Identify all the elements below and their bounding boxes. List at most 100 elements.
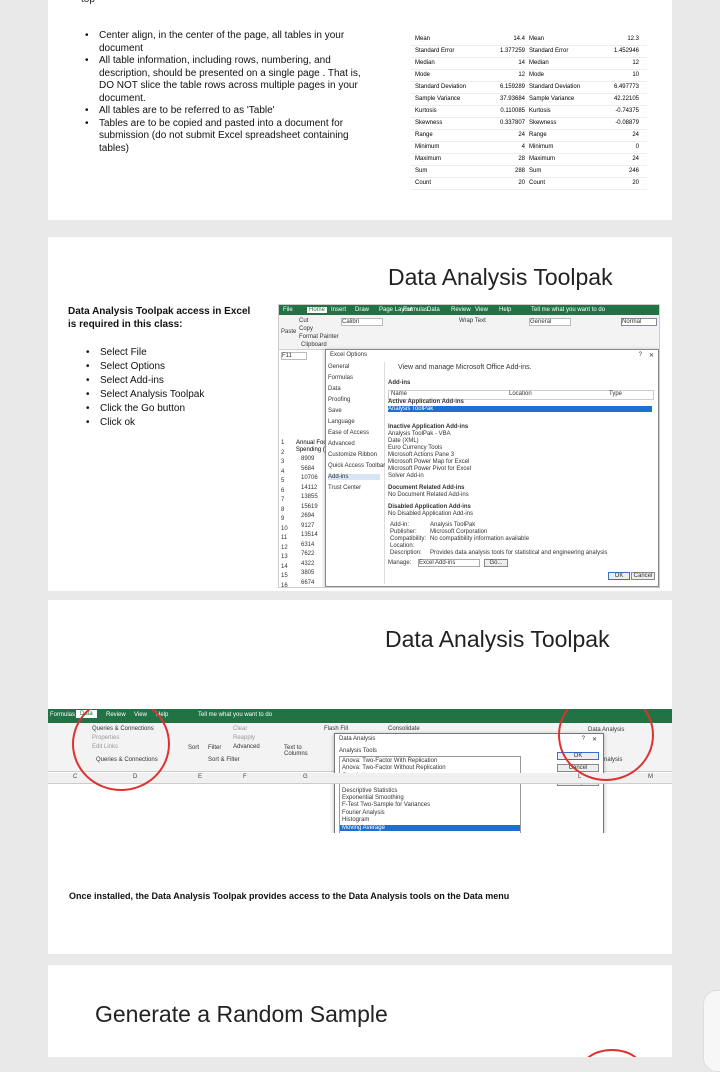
- scroll-indicator[interactable]: [703, 990, 720, 1072]
- cell-value[interactable]: 13514: [301, 532, 318, 538]
- row-number[interactable]: 2: [281, 450, 284, 456]
- tell-me-box[interactable]: Tell me what you want to do: [531, 307, 605, 313]
- number-format-select[interactable]: General: [529, 318, 571, 326]
- options-nav-item[interactable]: Formulas: [328, 375, 380, 381]
- cell-value[interactable]: 6674: [301, 580, 314, 586]
- row-number[interactable]: 13: [281, 554, 288, 560]
- ok-button[interactable]: OK: [608, 572, 630, 580]
- col-location[interactable]: Location: [509, 391, 532, 397]
- cell-value[interactable]: 2694: [301, 513, 314, 519]
- row-number[interactable]: 8: [281, 507, 284, 513]
- column-header[interactable]: G: [303, 774, 308, 780]
- analysis-tool-item[interactable]: Anova: Two-Factor Without Replication: [340, 765, 520, 771]
- cell-value[interactable]: 9127: [301, 523, 314, 529]
- analysis-tool-item[interactable]: Histogram: [340, 817, 520, 823]
- options-nav-item[interactable]: Add-ins: [328, 474, 380, 480]
- reapply-button[interactable]: Reapply: [233, 735, 255, 741]
- excel-tab[interactable]: Help: [499, 307, 511, 313]
- analysis-tool-item[interactable]: Anova: Two-Factor With Replication: [340, 758, 520, 764]
- excel-tab[interactable]: Review: [451, 307, 471, 313]
- column-header[interactable]: L: [578, 774, 581, 780]
- inactive-addin-row[interactable]: Microsoft Power Pivot for Excel: [388, 466, 471, 472]
- paste-button[interactable]: Paste: [281, 329, 296, 335]
- wrap-text-button[interactable]: Wrap Text: [459, 318, 486, 324]
- cell-value[interactable]: 7622: [301, 551, 314, 557]
- copy-button[interactable]: Copy: [299, 326, 313, 332]
- options-nav-item[interactable]: Customize Ribbon: [328, 452, 380, 458]
- analysis-tool-item[interactable]: F-Test Two-Sample for Variances: [340, 802, 520, 808]
- cell-value[interactable]: 5684: [301, 466, 314, 472]
- cell-value[interactable]: 15619: [301, 504, 318, 510]
- column-header[interactable]: M: [648, 774, 653, 780]
- cell-ref-box[interactable]: F11: [281, 352, 307, 360]
- inactive-addin-row[interactable]: Microsoft Power Map for Excel: [388, 459, 469, 465]
- excel-tab[interactable]: Data: [427, 307, 440, 313]
- excel-tab[interactable]: Insert: [331, 307, 346, 313]
- consolidate-button[interactable]: Consolidate: [388, 726, 420, 732]
- clear-button[interactable]: Clear: [233, 726, 247, 732]
- style-normal[interactable]: Normal: [621, 318, 657, 326]
- inactive-addin-row[interactable]: Analysis ToolPak - VBA: [388, 431, 451, 437]
- row-number[interactable]: 9: [281, 516, 284, 522]
- col-name[interactable]: Name: [391, 391, 407, 397]
- row-number[interactable]: 7: [281, 497, 284, 503]
- analysis-tool-item[interactable]: Exponential Smoothing: [340, 795, 520, 801]
- cut-button[interactable]: Cut: [299, 318, 308, 324]
- row-number[interactable]: 4: [281, 469, 284, 475]
- options-nav-item[interactable]: Ease of Access: [328, 430, 380, 436]
- excel-tab[interactable]: Home: [307, 307, 328, 313]
- options-nav-item[interactable]: Advanced: [328, 441, 380, 447]
- dialog-help-icon[interactable]: ?: [639, 352, 642, 358]
- inactive-addin-row[interactable]: Microsoft Actions Pane 3: [388, 452, 454, 458]
- tab-formulas[interactable]: Formulas: [50, 712, 75, 718]
- row-number[interactable]: 5: [281, 478, 284, 484]
- options-nav-item[interactable]: Save: [328, 408, 380, 414]
- options-nav-item[interactable]: Proofing: [328, 397, 380, 403]
- text-to-columns-button[interactable]: Text to Columns: [284, 745, 310, 757]
- inactive-addin-row[interactable]: Date (XML): [388, 438, 419, 444]
- excel-tab[interactable]: Draw: [355, 307, 369, 313]
- inactive-addin-row[interactable]: Euro Currency Tools: [388, 445, 442, 451]
- cell-value[interactable]: 10706: [301, 475, 318, 481]
- row-number[interactable]: 14: [281, 564, 288, 570]
- row-number[interactable]: 15: [281, 573, 288, 579]
- font-select[interactable]: Calibri: [341, 318, 383, 326]
- flash-fill-button[interactable]: Flash Fill: [324, 726, 348, 732]
- cell-value[interactable]: 13855: [301, 494, 318, 500]
- excel-tab[interactable]: Formulas: [403, 307, 428, 313]
- advanced-button[interactable]: Advanced: [233, 744, 260, 750]
- row-number[interactable]: 11: [281, 535, 287, 541]
- row-number[interactable]: 6: [281, 488, 284, 494]
- filter-button[interactable]: Filter: [208, 745, 221, 751]
- options-nav-item[interactable]: Data: [328, 386, 380, 392]
- row-number[interactable]: 12: [281, 545, 288, 551]
- analysis-tools-listbox[interactable]: Anova: Two-Factor With Replication Anova:…: [339, 756, 521, 833]
- row-number[interactable]: 16: [281, 583, 288, 588]
- options-nav-item[interactable]: Language: [328, 419, 380, 425]
- cell-value[interactable]: 14112: [301, 485, 317, 491]
- analysis-tool-item[interactable]: Fourier Analysis: [340, 810, 520, 816]
- analysis-tool-item[interactable]: Moving Average: [340, 824, 520, 831]
- row-number[interactable]: 10: [281, 526, 288, 532]
- cell-value[interactable]: 4322: [301, 561, 314, 567]
- row-number[interactable]: 1: [281, 440, 284, 446]
- col-type[interactable]: Type: [609, 391, 622, 397]
- column-header[interactable]: C: [73, 774, 77, 780]
- analysis-tool-item[interactable]: Descriptive Statistics: [340, 788, 520, 794]
- dialog-close-icon[interactable]: ✕: [649, 352, 654, 359]
- options-nav-item[interactable]: Trust Center: [328, 485, 380, 491]
- inactive-addin-row[interactable]: Solver Add-in: [388, 473, 424, 479]
- format-painter-button[interactable]: Format Painter: [299, 334, 339, 340]
- cell-value[interactable]: 8909: [301, 456, 314, 462]
- go-button[interactable]: Go...: [484, 559, 508, 567]
- manage-select[interactable]: Excel Add-ins: [418, 559, 480, 567]
- excel-tab[interactable]: File: [283, 307, 293, 313]
- sort-button[interactable]: Sort: [188, 745, 199, 751]
- tell-me-box[interactable]: Tell me what you want to do: [198, 712, 272, 718]
- cell-value[interactable]: 6314: [301, 542, 314, 548]
- excel-tab[interactable]: View: [475, 307, 488, 313]
- cell-value[interactable]: 3805: [301, 570, 314, 576]
- cancel-button[interactable]: Cancel: [631, 572, 655, 580]
- active-addin-row[interactable]: Analysis ToolPak: [388, 406, 652, 412]
- row-number[interactable]: 3: [281, 459, 284, 465]
